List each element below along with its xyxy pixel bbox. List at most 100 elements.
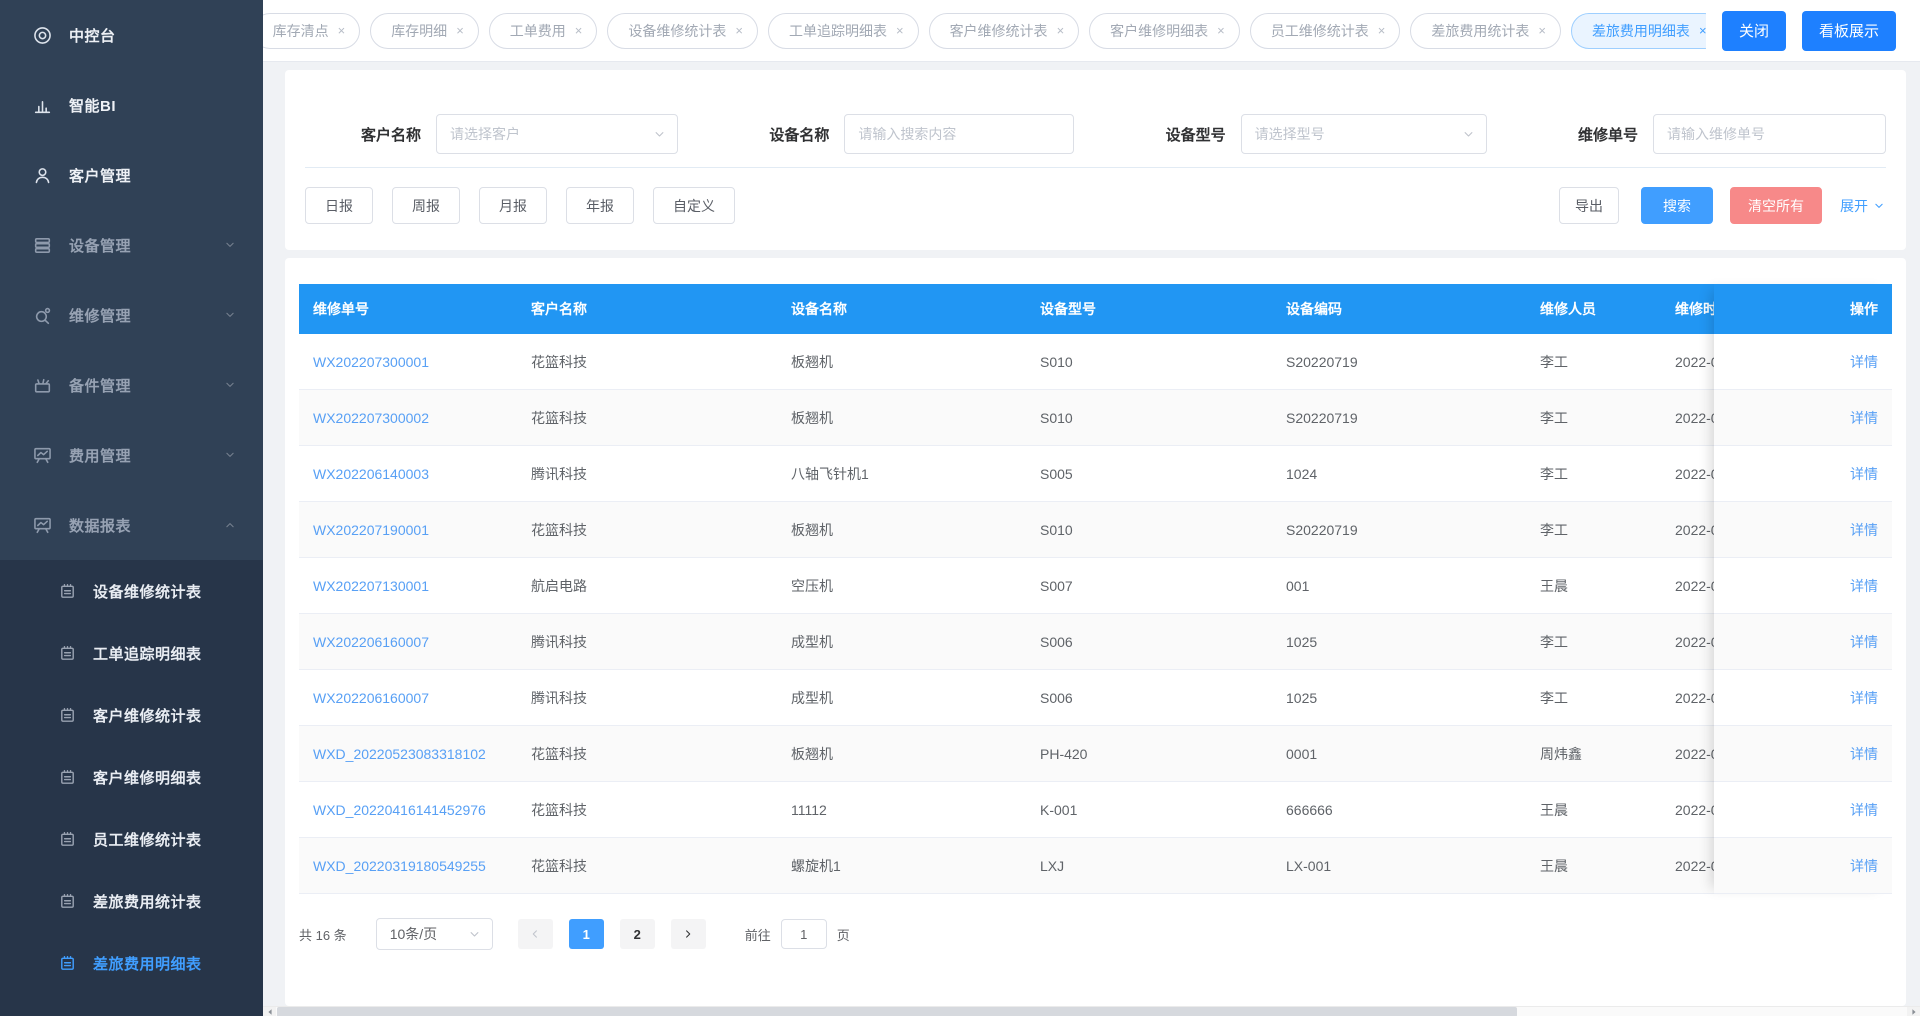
page-button-2[interactable]: 2: [619, 919, 655, 949]
close-tab-icon[interactable]: ×: [735, 24, 743, 37]
close-tab-icon[interactable]: ×: [1378, 24, 1386, 37]
tab-7[interactable]: 员工维修统计表 ×: [1249, 12, 1401, 49]
sidebar-item-repair-mgmt[interactable]: 维修管理: [0, 280, 263, 350]
tab-8[interactable]: 差旅费用统计表 ×: [1410, 12, 1561, 49]
horizontal-scrollbar: [263, 1006, 1920, 1016]
detail-link[interactable]: 详情: [1850, 856, 1878, 876]
filter-divider: [305, 167, 1886, 168]
chevron-down-icon: [1872, 199, 1886, 213]
filter-label: 客户名称: [361, 126, 422, 144]
sidebar-subitem-staff-repair-stats[interactable]: 员工维修统计表: [0, 808, 263, 870]
cell-code: S20220719: [1286, 353, 1358, 370]
expand-toggle[interactable]: 展开: [1840, 196, 1886, 216]
scrollbar-thumb[interactable]: [277, 1006, 1517, 1016]
detail-link[interactable]: 详情: [1850, 408, 1878, 428]
detail-link[interactable]: 详情: [1850, 576, 1878, 596]
sidebar-item-parts-mgmt[interactable]: 备件管理: [0, 350, 263, 420]
period-button-3[interactable]: 年报: [566, 187, 634, 224]
customer-select[interactable]: 请选择客户: [436, 114, 679, 154]
next-page-button[interactable]: [670, 919, 706, 949]
close-tab-icon[interactable]: ×: [338, 24, 346, 37]
cell-customer: 花篮科技: [531, 409, 587, 426]
sidebar-subitem-device-repair-stats[interactable]: 设备维修统计表: [0, 560, 263, 622]
sidebar-subitem-customer-repair-detail[interactable]: 客户维修明细表: [0, 746, 263, 808]
order-no-link[interactable]: WXD_20220416141452976: [299, 802, 517, 818]
tab-2[interactable]: 工单费用 ×: [488, 12, 598, 49]
sidebar-subitem-travel-expense-stats[interactable]: 差旅费用统计表: [0, 870, 263, 932]
detail-link[interactable]: 详情: [1850, 800, 1878, 820]
sidebar-subitem-travel-expense-detail[interactable]: 差旅费用明细表: [0, 932, 263, 994]
notebook-icon: [58, 706, 77, 725]
period-button-1[interactable]: 周报: [392, 187, 460, 224]
period-button-2[interactable]: 月报: [479, 187, 547, 224]
notebook-icon: [58, 768, 77, 787]
tab-3[interactable]: 设备维修统计表 ×: [607, 12, 758, 49]
order-no-link[interactable]: WX202206140003: [299, 466, 517, 482]
order-no-input[interactable]: [1653, 114, 1886, 154]
tab-6[interactable]: 客户维修明细表 ×: [1089, 12, 1240, 49]
cell-device: 成型机: [791, 689, 833, 706]
sidebar: 中控台智能BI 客户管理 设备管理 维修管理 备件管理 费用管理 数据报表 设备维修统计表工…: [0, 0, 263, 1016]
tab-4[interactable]: 工单追踪明细表 ×: [767, 12, 919, 49]
order-no-link[interactable]: WXD_20220319180549255: [299, 858, 517, 874]
period-button-0[interactable]: 日报: [305, 187, 373, 224]
close-tab-icon[interactable]: ×: [1538, 24, 1546, 37]
sidebar-subitem-workorder-trace-detail[interactable]: 工单追踪明细表: [0, 622, 263, 684]
order-no-link[interactable]: WX202206160007: [299, 690, 517, 706]
order-no-link[interactable]: WX202207130001: [299, 578, 517, 594]
tab-5[interactable]: 客户维修统计表 ×: [928, 12, 1080, 49]
sidebar-item-console[interactable]: 中控台: [0, 0, 263, 70]
close-tab-icon[interactable]: ×: [1217, 24, 1225, 37]
cell-model: S006: [1040, 633, 1073, 650]
detail-link[interactable]: 详情: [1850, 464, 1878, 484]
clear-all-button[interactable]: 清空所有: [1730, 187, 1822, 224]
export-button[interactable]: 导出: [1559, 187, 1619, 224]
order-no-link[interactable]: WX202207190001: [299, 522, 517, 538]
order-no-link[interactable]: WX202207300001: [299, 354, 517, 370]
close-tab-icon[interactable]: ×: [896, 24, 904, 37]
close-tab-icon[interactable]: ×: [1057, 24, 1065, 37]
page-size-select[interactable]: 10条/页: [375, 918, 493, 950]
detail-link[interactable]: 详情: [1850, 632, 1878, 652]
period-button-4[interactable]: 自定义: [653, 187, 735, 224]
repair-icon: [32, 305, 53, 326]
close-button[interactable]: 关闭: [1721, 10, 1786, 51]
cell-worker: 李工: [1540, 409, 1568, 426]
cell-model: S007: [1040, 577, 1073, 594]
action-cell: 详情: [1714, 838, 1892, 894]
board-display-button[interactable]: 看板展示: [1801, 10, 1896, 51]
tab-0[interactable]: 库存清点 ×: [263, 12, 361, 49]
scroll-right-arrow[interactable]: [1907, 1006, 1920, 1016]
close-tab-icon[interactable]: ×: [575, 24, 583, 37]
order-no-link[interactable]: WX202207300002: [299, 410, 517, 426]
tab-1[interactable]: 库存明细 ×: [370, 12, 479, 49]
sidebar-item-customer-mgmt[interactable]: 客户管理: [0, 140, 263, 210]
sidebar-item-expense-mgmt[interactable]: 费用管理: [0, 420, 263, 490]
detail-link[interactable]: 详情: [1850, 744, 1878, 764]
close-tab-icon[interactable]: ×: [1699, 24, 1706, 37]
bi-icon: [32, 95, 53, 116]
cell-code: 0001: [1286, 745, 1318, 762]
sidebar-item-smart-bi[interactable]: 智能BI: [0, 70, 263, 140]
order-no-link[interactable]: WX202206160007: [299, 634, 517, 650]
tab-active[interactable]: 差旅费用明细表 ×: [1570, 12, 1706, 49]
device-name-input[interactable]: [844, 114, 1075, 154]
sidebar-item-label: 中控台: [69, 27, 116, 45]
detail-link[interactable]: 详情: [1850, 352, 1878, 372]
search-button[interactable]: 搜索: [1641, 187, 1713, 224]
cell-worker: 李工: [1540, 353, 1568, 370]
cell-customer: 花篮科技: [531, 801, 587, 818]
goto-page-input[interactable]: [780, 919, 827, 949]
close-tab-icon[interactable]: ×: [456, 24, 464, 37]
order-no-link[interactable]: WXD_20220523083318102: [299, 746, 517, 762]
prev-page-button[interactable]: [517, 919, 553, 949]
model-select[interactable]: 请选择型号: [1240, 114, 1487, 154]
sidebar-item-device-mgmt[interactable]: 设备管理: [0, 210, 263, 280]
detail-link[interactable]: 详情: [1850, 688, 1878, 708]
goto-label: 前往: [744, 927, 771, 943]
sidebar-subitem-customer-repair-stats[interactable]: 客户维修统计表: [0, 684, 263, 746]
detail-link[interactable]: 详情: [1850, 520, 1878, 540]
sidebar-item-data-report[interactable]: 数据报表: [0, 490, 263, 560]
scroll-left-arrow[interactable]: [263, 1006, 276, 1016]
page-button-1[interactable]: 1: [568, 919, 604, 949]
